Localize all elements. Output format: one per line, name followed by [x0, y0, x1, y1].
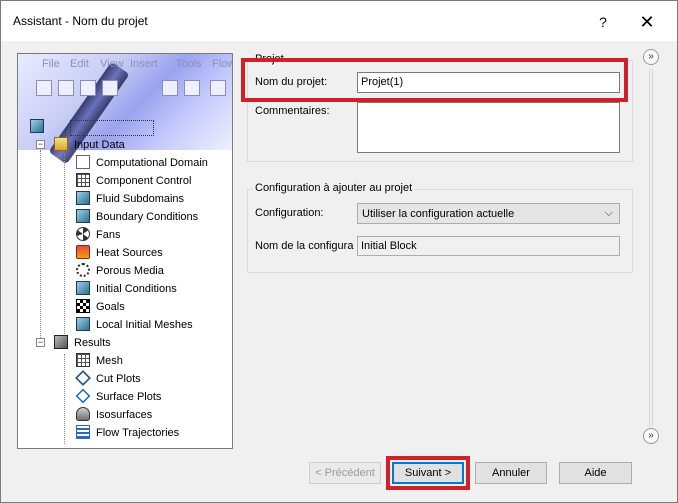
configuration-name-label: Nom de la configura: [255, 240, 354, 252]
local-mesh-icon: [76, 317, 90, 331]
expander-input-data[interactable]: −: [36, 140, 45, 149]
tree-item-flow-trajectories[interactable]: Flow Trajectories: [76, 424, 179, 442]
help-icon[interactable]: ?: [585, 9, 621, 35]
flow-trajectory-icon: [76, 425, 90, 439]
selection-box: [70, 120, 154, 136]
tree-item-isosurfaces[interactable]: Isosurfaces: [76, 406, 152, 424]
configuration-name-input[interactable]: Initial Block: [357, 236, 620, 256]
mesh-icon: [76, 353, 90, 367]
tree-label: Boundary Conditions: [96, 211, 199, 223]
print-icon: [102, 80, 118, 96]
tree-label: Initial Conditions: [96, 283, 177, 295]
tree-line: [64, 154, 65, 336]
heat-source-icon: [76, 245, 90, 259]
goals-flag-icon: [76, 299, 90, 313]
wizard-dialog: Assistant - Nom du projet ? ✕ File Edit …: [0, 0, 678, 503]
new-doc-icon: [36, 80, 52, 96]
tree-item-computational-domain[interactable]: Computational Domain: [76, 154, 208, 172]
component-control-icon: [76, 173, 90, 187]
surface-plot-icon: [75, 388, 91, 404]
tree-label: Component Control: [96, 175, 192, 187]
tree-label: Results: [74, 337, 111, 349]
zoom-icon: [184, 80, 200, 96]
collapse-bottom-button[interactable]: »: [643, 428, 659, 444]
tree-label: Porous Media: [96, 265, 164, 277]
collapse-top-button[interactable]: »: [643, 49, 659, 65]
configuration-group-label: Configuration à ajouter au projet: [253, 182, 415, 194]
tree-label: Isosurfaces: [96, 409, 153, 421]
tree-item-heat-sources[interactable]: Heat Sources: [76, 244, 163, 262]
undo-icon: [210, 80, 226, 96]
tree-label: Fans: [96, 229, 121, 241]
window-title: Assistant - Nom du projet: [13, 14, 148, 28]
tree-item-local-initial-meshes[interactable]: Local Initial Meshes: [76, 316, 193, 334]
preview-menu-tools: Tools: [176, 58, 202, 70]
configuration-select-value: Utiliser la configuration actuelle: [362, 208, 515, 220]
preview-toolbar: [22, 80, 228, 102]
tree-line: [64, 354, 65, 444]
configuration-label: Configuration:: [255, 207, 324, 219]
tree-item-input-data[interactable]: Input Data: [54, 136, 125, 154]
comments-textarea[interactable]: [357, 102, 620, 153]
cancel-button[interactable]: Annuler: [475, 462, 547, 484]
tree-label: Flow Trajectories: [96, 427, 180, 439]
tree-label: Heat Sources: [96, 247, 163, 259]
tree-item-goals[interactable]: Goals: [76, 298, 125, 316]
tree-label: Input Data: [74, 139, 125, 151]
preview-menu-file: File: [42, 58, 60, 70]
configuration-group: [247, 189, 633, 273]
close-icon[interactable]: ✕: [629, 9, 665, 35]
initial-conditions-icon: [76, 281, 90, 295]
side-rail: [649, 69, 653, 427]
tree-item-fluid-subdomains[interactable]: Fluid Subdomains: [76, 190, 184, 208]
tree-item-porous-media[interactable]: Porous Media: [76, 262, 164, 280]
tree-label: Surface Plots: [96, 391, 162, 403]
boundary-conditions-icon: [76, 209, 90, 223]
input-data-icon: [54, 137, 68, 151]
preview-menu-insert: Insert: [130, 58, 158, 70]
save-icon: [80, 80, 96, 96]
tree-label: Computational Domain: [96, 157, 208, 169]
feature-tree-preview: File Edit View Insert Tools Flow − Input…: [17, 53, 233, 449]
tree-label: Cut Plots: [96, 373, 141, 385]
preview-menu-edit: Edit: [70, 58, 89, 70]
comments-label: Commentaires:: [255, 105, 330, 117]
cut-plot-icon: [75, 370, 91, 386]
tree-item-boundary-conditions[interactable]: Boundary Conditions: [76, 208, 198, 226]
tree-item-mesh[interactable]: Mesh: [76, 352, 123, 370]
porous-media-icon: [76, 263, 90, 277]
print-preview-icon: [162, 80, 178, 96]
help-button[interactable]: Aide: [559, 462, 632, 484]
tree-root: [30, 118, 50, 136]
tree-item-surface-plots[interactable]: Surface Plots: [75, 388, 162, 406]
tree-item-results[interactable]: Results: [54, 334, 111, 352]
tree-label: Local Initial Meshes: [96, 319, 193, 331]
results-icon: [54, 335, 68, 349]
tree-item-cut-plots[interactable]: Cut Plots: [75, 370, 141, 388]
expander-results[interactable]: −: [36, 338, 45, 347]
isosurface-icon: [76, 407, 90, 421]
title-bar: Assistant - Nom du projet ? ✕: [1, 1, 677, 41]
previous-button[interactable]: < Précédent: [309, 462, 381, 484]
preview-menu-view: View: [100, 58, 124, 70]
tree-item-initial-conditions[interactable]: Initial Conditions: [76, 280, 177, 298]
computational-domain-icon: [76, 155, 90, 169]
highlight-next-button: [386, 456, 470, 490]
chevron-down-icon: ⌵: [604, 207, 613, 219]
fan-icon: [76, 227, 90, 241]
open-folder-icon: [58, 80, 74, 96]
configuration-select[interactable]: Utiliser la configuration actuelle ⌵: [357, 203, 620, 224]
tree-label: Goals: [96, 301, 125, 313]
tree-item-fans[interactable]: Fans: [76, 226, 120, 244]
tree-label: Fluid Subdomains: [96, 193, 185, 205]
tree-item-component-control[interactable]: Component Control: [76, 172, 191, 190]
preview-banner: File Edit View Insert Tools Flow: [18, 54, 232, 165]
preview-menu-bar: File Edit View Insert Tools Flow: [18, 54, 232, 74]
tree-label: Mesh: [96, 355, 123, 367]
tree-line: [40, 150, 41, 346]
preview-menu-flow: Flow: [212, 58, 233, 70]
part-icon: [30, 119, 44, 133]
highlight-project-name: [241, 58, 628, 102]
fluid-subdomains-icon: [76, 191, 90, 205]
